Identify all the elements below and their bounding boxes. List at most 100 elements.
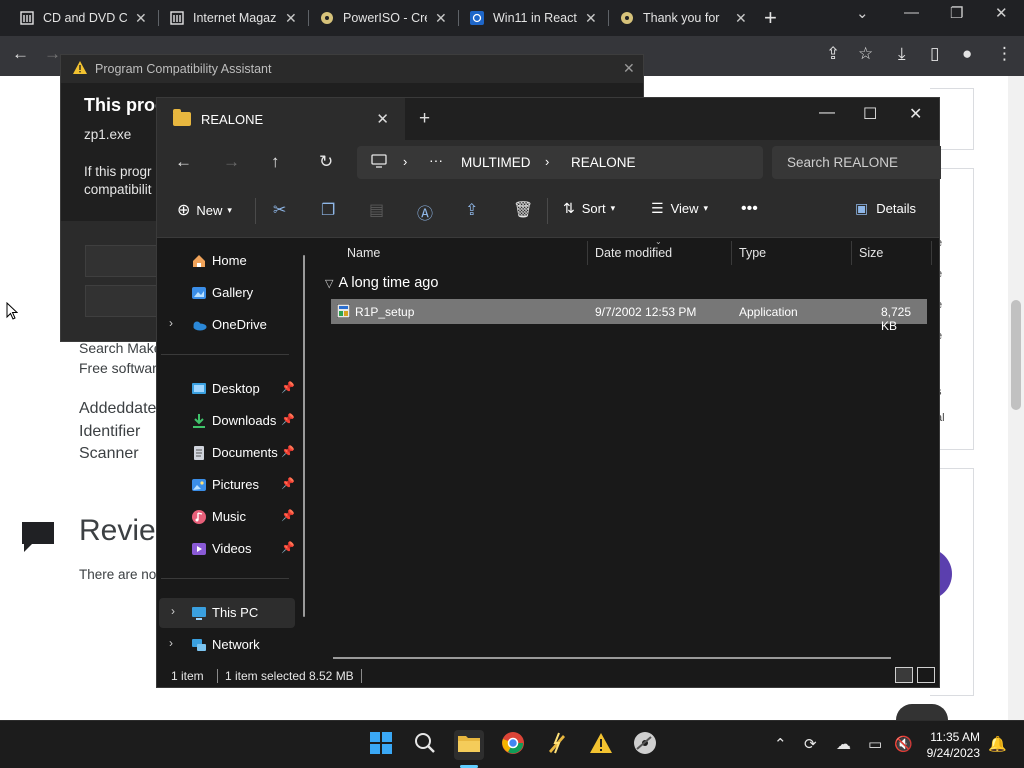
share-icon[interactable]: ⇪: [465, 200, 478, 220]
onedrive-info-icon[interactable]: ☁: [836, 735, 851, 753]
pin-icon[interactable]: 📌: [281, 477, 295, 490]
page-scrollbar-thumb[interactable]: [1011, 300, 1021, 410]
system-clock[interactable]: 11:35 AM 9/24/2023: [918, 729, 980, 761]
new-button[interactable]: ⊕ New ▾: [177, 200, 232, 220]
nav-item-desktop[interactable]: Desktop 📌: [157, 374, 307, 404]
profile-icon[interactable]: ●: [962, 44, 972, 64]
taskbar-app[interactable]: [630, 730, 660, 760]
group-header[interactable]: ▽ A long time ago: [325, 275, 438, 291]
pin-icon[interactable]: 📌: [281, 509, 295, 522]
close-icon[interactable]: ✕: [585, 10, 597, 27]
nav-item-pictures[interactable]: Pictures 📌: [157, 470, 307, 500]
up-icon[interactable]: ↑: [271, 152, 280, 172]
details-button[interactable]: ▣ Details: [855, 200, 916, 217]
forward-icon[interactable]: →: [44, 44, 61, 64]
nav-item-this-pc[interactable]: › This PC: [159, 598, 295, 628]
nav-item-videos[interactable]: Videos 📌: [157, 534, 307, 564]
close-window-icon[interactable]: ✕: [995, 4, 1008, 22]
pin-icon[interactable]: 📌: [281, 381, 295, 394]
breadcrumb-item[interactable]: REALONE: [571, 155, 636, 170]
bookmark-star-icon[interactable]: ☆: [858, 44, 873, 64]
nav-item-network[interactable]: › Network: [157, 630, 307, 660]
nav-item-music[interactable]: Music 📌: [157, 502, 307, 532]
column-header-date[interactable]: Date modified: [595, 246, 672, 260]
start-button[interactable]: [366, 730, 396, 760]
tab-search-icon[interactable]: ⌄: [856, 4, 869, 22]
nav-item-home[interactable]: Home: [157, 246, 307, 276]
nav-item-gallery[interactable]: Gallery: [157, 278, 307, 308]
network-status-icon[interactable]: ▭: [868, 735, 882, 753]
close-window-icon[interactable]: ✕: [909, 104, 922, 124]
share-icon[interactable]: ⇪: [826, 44, 840, 64]
column-divider[interactable]: [731, 241, 732, 265]
nav-scrollbar[interactable]: [303, 255, 305, 617]
address-bar[interactable]: › ··· MULTIMED › REALONE: [357, 146, 763, 179]
browser-tab[interactable]: Win11 in React ✕: [460, 0, 607, 36]
column-header-name[interactable]: Name: [347, 246, 380, 260]
taskbar-chrome[interactable]: [498, 730, 528, 760]
close-icon[interactable]: ✕: [623, 60, 635, 77]
chevron-right-icon[interactable]: ›: [169, 316, 173, 330]
file-row[interactable]: R1P_setup 9/7/2002 12:53 PM Application …: [331, 299, 927, 333]
back-icon[interactable]: ←: [12, 44, 29, 64]
refresh-icon[interactable]: ↻: [319, 152, 333, 172]
explorer-tab[interactable]: REALONE ✕: [157, 98, 405, 140]
forward-icon[interactable]: →: [223, 152, 240, 172]
column-divider[interactable]: [931, 241, 932, 265]
notification-bell-icon[interactable]: 🔔: [988, 735, 1007, 753]
chevron-down-icon[interactable]: ▽: [325, 277, 333, 290]
close-icon[interactable]: ✕: [135, 10, 147, 27]
taskbar-app[interactable]: [542, 730, 572, 760]
pin-icon[interactable]: 📌: [281, 445, 295, 458]
browser-tab[interactable]: Thank you for ✕: [610, 0, 757, 36]
new-tab-button[interactable]: +: [764, 5, 777, 31]
restore-icon[interactable]: ❐: [950, 4, 963, 22]
view-button[interactable]: ☰ View ▾: [651, 200, 708, 217]
column-divider[interactable]: [587, 241, 588, 265]
close-icon[interactable]: ✕: [285, 10, 297, 27]
minimize-icon[interactable]: —: [904, 4, 919, 21]
copy-icon[interactable]: ❐: [321, 200, 335, 220]
column-header-size[interactable]: Size: [859, 246, 883, 260]
minimize-icon[interactable]: —: [819, 104, 835, 122]
tiles-view-icon[interactable]: [917, 667, 935, 683]
pin-icon[interactable]: 📌: [281, 413, 295, 426]
search-button[interactable]: [410, 730, 440, 760]
volume-muted-icon[interactable]: 🔇: [894, 735, 913, 753]
search-input[interactable]: Search REALONE: [772, 146, 941, 179]
show-hidden-icons-icon[interactable]: ⌃: [774, 735, 787, 753]
chevron-right-icon[interactable]: ›: [169, 636, 173, 650]
breadcrumb-item[interactable]: MULTIMED: [461, 155, 531, 170]
close-icon[interactable]: ✕: [435, 10, 447, 27]
delete-icon[interactable]: 🗑: [513, 200, 533, 220]
sync-icon[interactable]: ⟳: [804, 735, 817, 753]
back-icon[interactable]: ←: [175, 152, 192, 172]
close-icon[interactable]: ✕: [735, 10, 747, 27]
new-tab-button[interactable]: +: [419, 108, 430, 130]
pin-icon[interactable]: 📌: [281, 541, 295, 554]
more-options-icon[interactable]: •••: [741, 200, 758, 218]
nav-item-downloads[interactable]: Downloads 📌: [157, 406, 307, 436]
nav-item-documents[interactable]: Documents 📌: [157, 438, 307, 468]
nav-item-onedrive[interactable]: › OneDrive: [157, 310, 307, 340]
menu-icon[interactable]: ⋮: [996, 44, 1013, 64]
horizontal-scrollbar[interactable]: [333, 657, 891, 659]
sort-button[interactable]: ⇅ Sort ▾: [563, 200, 615, 217]
download-icon[interactable]: ⤓: [898, 44, 906, 64]
browser-tab[interactable]: CD and DVD Co ✕: [10, 0, 157, 36]
close-tab-icon[interactable]: ✕: [376, 110, 389, 128]
rename-icon[interactable]: Ⓐ: [417, 200, 433, 224]
browser-tab[interactable]: PowerISO - Cre ✕: [310, 0, 457, 36]
chevron-right-icon[interactable]: ›: [171, 604, 175, 618]
maximize-icon[interactable]: ☐: [863, 104, 877, 124]
paste-icon[interactable]: ▤: [369, 200, 384, 220]
column-divider[interactable]: [851, 241, 852, 265]
browser-tab[interactable]: Internet Magazi ✕: [160, 0, 307, 36]
details-view-icon[interactable]: [895, 667, 913, 683]
column-header-type[interactable]: Type: [739, 246, 766, 260]
side-panel-icon[interactable]: ▯: [930, 44, 939, 64]
taskbar-file-explorer[interactable]: [454, 730, 484, 760]
taskbar-app[interactable]: [586, 730, 616, 760]
more-path-icon[interactable]: ···: [429, 152, 443, 168]
cut-icon[interactable]: ✂: [273, 200, 286, 220]
